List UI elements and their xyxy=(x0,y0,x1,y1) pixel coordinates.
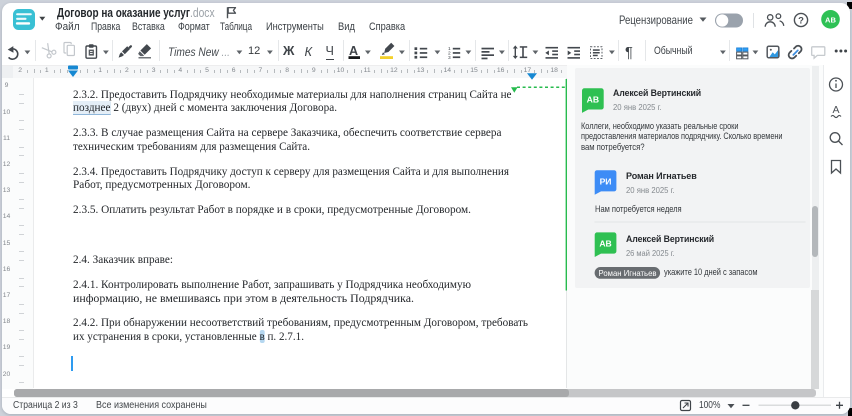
svg-text:РИ: РИ xyxy=(600,176,612,186)
svg-text:А: А xyxy=(832,104,839,116)
svg-text:АВ: АВ xyxy=(825,15,836,24)
svg-text:Роман Игнатьев: Роман Игнатьев xyxy=(599,269,657,278)
svg-text:?: ? xyxy=(798,15,804,26)
svg-text:АВ: АВ xyxy=(599,239,611,249)
svg-text:3: 3 xyxy=(448,55,451,61)
svg-text:АВ: АВ xyxy=(587,95,599,105)
